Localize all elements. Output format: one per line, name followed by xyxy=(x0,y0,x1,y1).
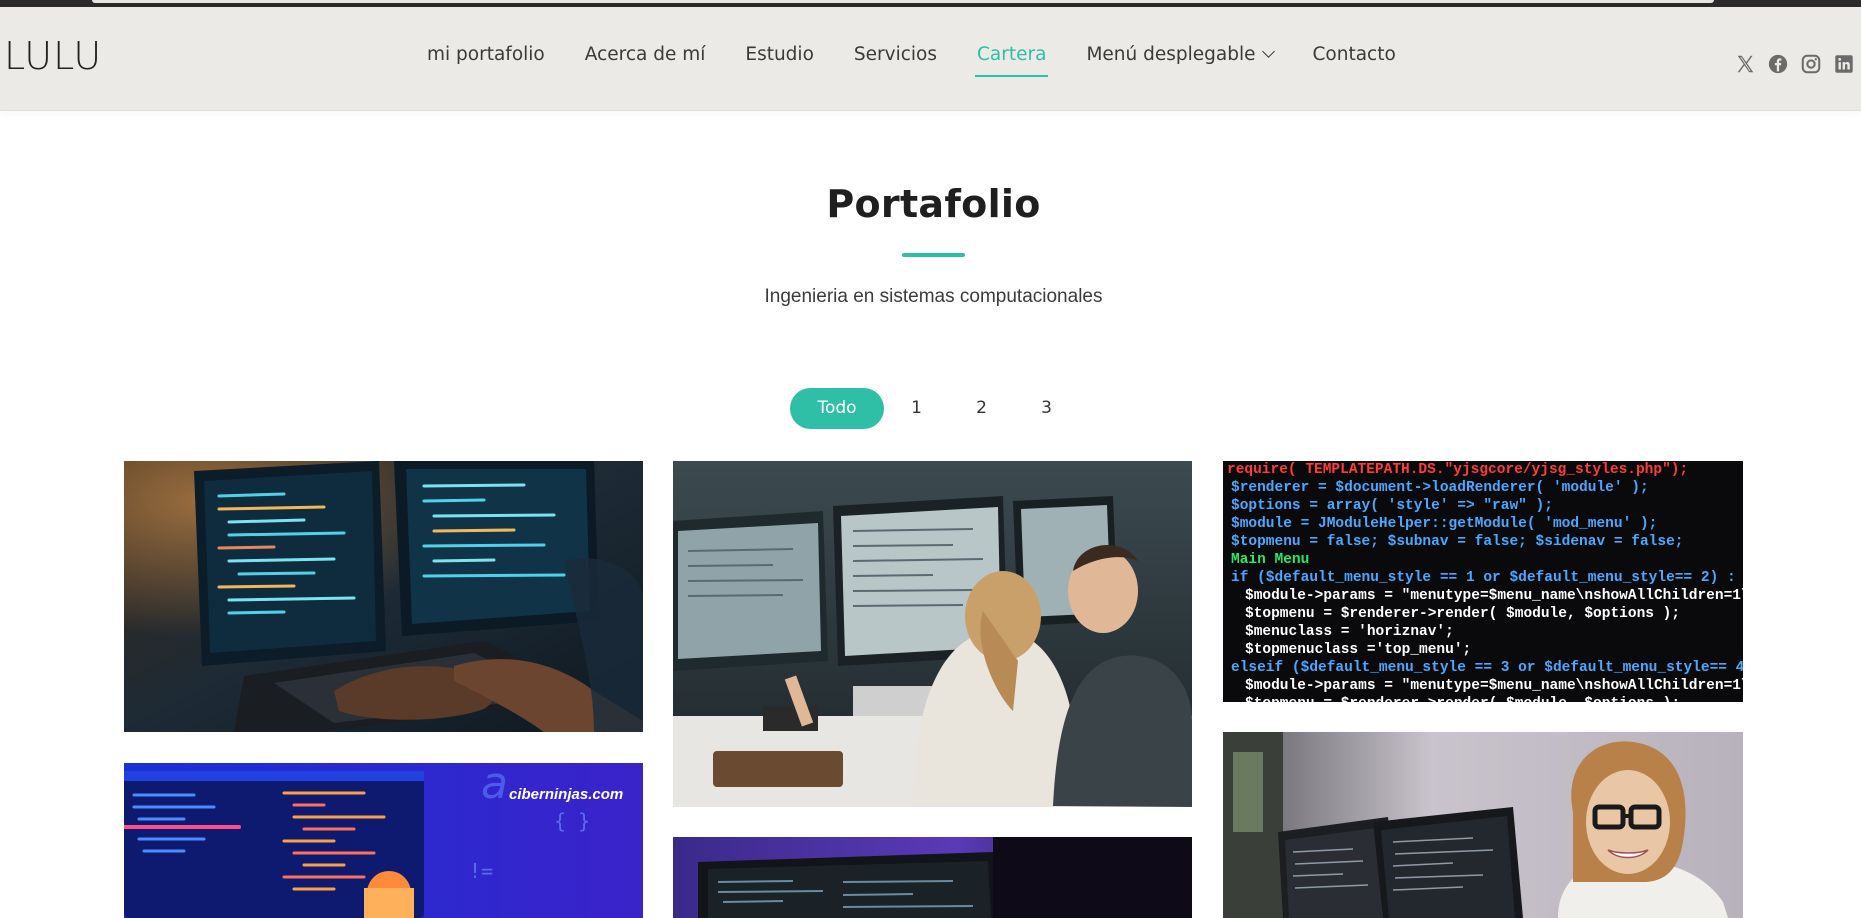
filter-todo[interactable]: Todo xyxy=(790,388,884,429)
code-line: $renderer = $document->loadRenderer( 'mo… xyxy=(1231,480,1649,496)
facebook-icon[interactable] xyxy=(1767,53,1789,75)
code-line: $module->params = "menutype=$menu_name\n… xyxy=(1245,588,1743,604)
team-monitors-image xyxy=(673,461,1192,807)
portfolio-filters: Todo 1 2 3 xyxy=(790,388,1079,429)
x-icon[interactable] xyxy=(1734,53,1756,75)
code-line: elseif ($default_menu_style == 3 or $def… xyxy=(1231,660,1743,676)
section-title: Portafolio xyxy=(826,182,1041,226)
svg-text:{ }: { } xyxy=(554,809,590,833)
browser-top-strip xyxy=(0,0,1861,7)
nav-item-menu-desplegable-label: Menú desplegable xyxy=(1086,44,1256,65)
code-line: require( TEMPLATEPATH.DS."yjsgcore/yjsg_… xyxy=(1227,462,1688,478)
code-line: $topmenuclass ='top_menu'; xyxy=(1245,642,1471,658)
tile-coder-laptop[interactable] xyxy=(124,461,643,732)
nav-item-estudio[interactable]: Estudio xyxy=(745,43,814,67)
nav-item-cartera[interactable]: Cartera xyxy=(974,43,1049,77)
code-line: $module->params = "menutype=$menu_name\n… xyxy=(1245,678,1743,694)
title-underline xyxy=(902,253,965,257)
filter-3[interactable]: 3 xyxy=(1014,388,1079,429)
nav-item-servicios[interactable]: Servicios xyxy=(854,43,937,67)
instagram-icon[interactable] xyxy=(1800,53,1822,75)
main-nav: mi portafolio Acerca de mí Estudio Servi… xyxy=(427,43,1436,77)
code-line: $topmenu = $renderer->render( $module, $… xyxy=(1245,696,1680,702)
tile-code-screen[interactable]: require( TEMPLATEPATH.DS."yjsgcore/yjsg_… xyxy=(1223,461,1743,702)
filter-1[interactable]: 1 xyxy=(884,388,949,429)
code-line: if ($default_menu_style == 1 or $default… xyxy=(1231,570,1736,586)
tile-ciberninjas[interactable]: a ciberninjas.com { } != xyxy=(124,763,643,918)
code-line: $topmenu = $renderer->render( $module, $… xyxy=(1245,606,1680,622)
site-logo[interactable]: LULU xyxy=(4,37,102,75)
woman-glasses-image xyxy=(1223,732,1743,918)
tile-dark-monitors[interactable] xyxy=(673,837,1192,918)
tile-woman-glasses[interactable] xyxy=(1223,732,1743,918)
code-line: $module = JModuleHelper::getModule( 'mod… xyxy=(1231,516,1657,532)
social-links xyxy=(1723,53,1855,75)
filter-2[interactable]: 2 xyxy=(949,388,1014,429)
dark-monitors-image xyxy=(673,837,1192,918)
code-line: $topmenu = false; $subnav = false; $side… xyxy=(1231,534,1683,550)
code-line: $menuclass = 'horiznav'; xyxy=(1245,624,1454,640)
tile-team-monitors[interactable] xyxy=(673,461,1192,807)
nav-item-menu-desplegable[interactable]: Menú desplegable xyxy=(1086,43,1275,67)
nav-item-contacto[interactable]: Contacto xyxy=(1313,43,1396,67)
section-subtitle: Ingenieria en sistemas computacionales xyxy=(764,286,1103,307)
chevron-down-icon xyxy=(1261,45,1275,58)
svg-text:!=: != xyxy=(469,859,493,883)
code-line: Main Menu xyxy=(1231,552,1309,568)
coder-laptop-image xyxy=(124,461,643,732)
nav-item-acerca-de-mi[interactable]: Acerca de mí xyxy=(585,43,706,67)
linkedin-icon[interactable] xyxy=(1833,53,1855,75)
code-screen-image: require( TEMPLATEPATH.DS."yjsgcore/yjsg_… xyxy=(1223,461,1743,702)
svg-text:a: a xyxy=(481,763,508,809)
ciberninjas-watermark: ciberninjas.com xyxy=(509,786,623,803)
code-line: $options = array( 'style' => "raw" ); xyxy=(1231,498,1553,514)
site-header: LULU mi portafolio Acerca de mí Estudio … xyxy=(0,7,1861,111)
nav-item-mi-portafolio[interactable]: mi portafolio xyxy=(427,43,545,67)
ciberninjas-image: a ciberninjas.com { } != xyxy=(124,763,643,918)
